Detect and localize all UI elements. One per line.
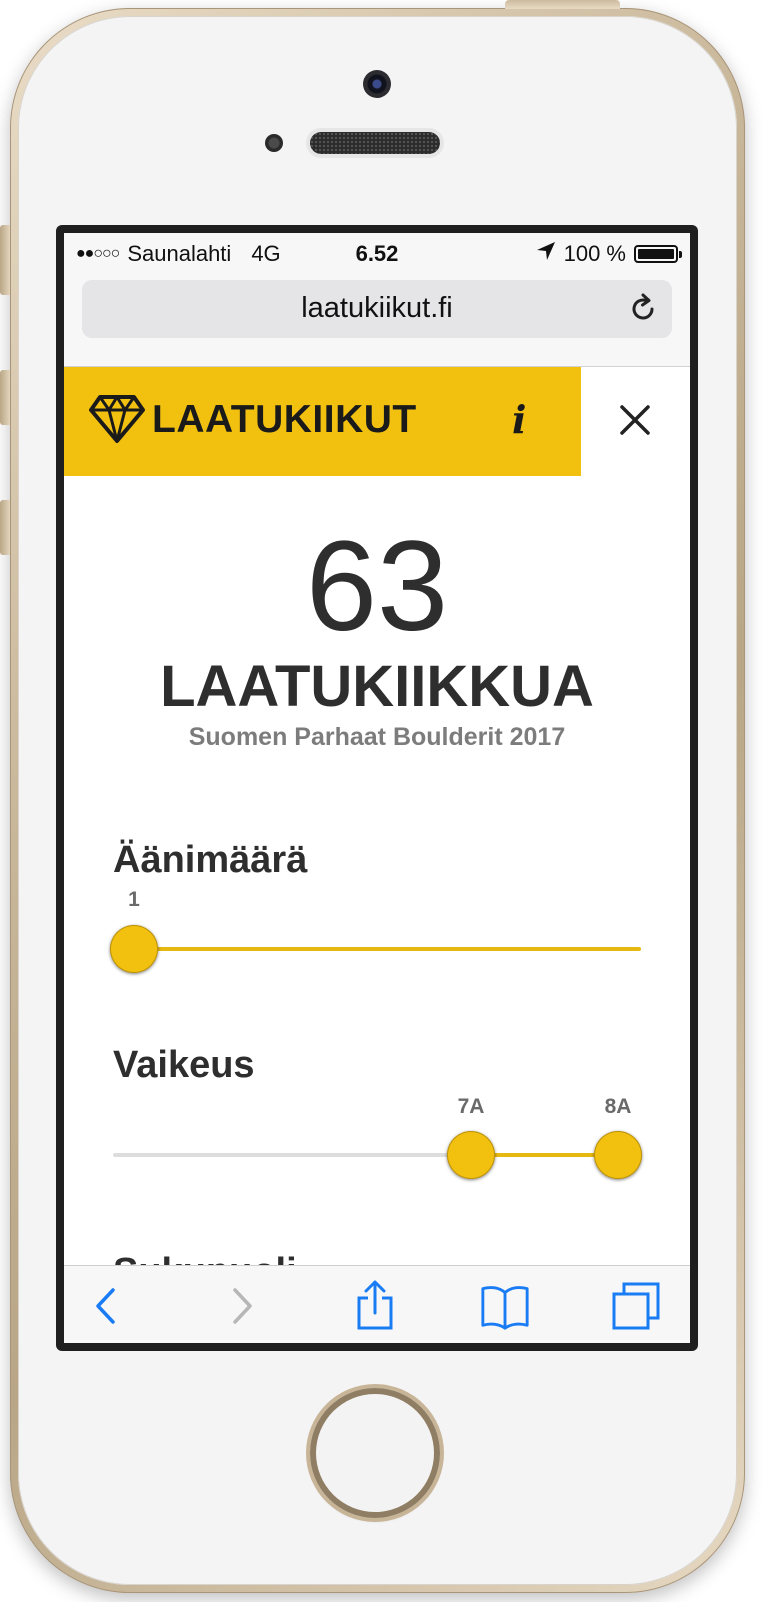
difficulty-max-label: 8A xyxy=(604,1095,632,1118)
browser-toolbar xyxy=(64,1265,690,1343)
url-text: laatukiikut.fi xyxy=(301,292,453,324)
page-subtitle: Suomen Parhaat Boulderit 2017 xyxy=(188,723,566,751)
votes-filter-label: Äänimäärä xyxy=(113,839,308,881)
battery-level xyxy=(638,249,674,259)
forward-button[interactable] xyxy=(216,1280,268,1332)
bookmarks-button[interactable] xyxy=(479,1280,531,1332)
close-icon[interactable] xyxy=(614,399,656,441)
votes-slider-track[interactable] xyxy=(113,947,641,951)
difficulty-min-label: 7A xyxy=(457,1095,485,1118)
difficulty-filter-label: Vaikeus xyxy=(113,1044,255,1086)
battery-percent: 100 % xyxy=(563,241,626,266)
address-bar: laatukiikut.fi xyxy=(64,273,690,367)
brand-header: LAATUKIIKUT i xyxy=(64,367,581,476)
power-button xyxy=(505,0,620,9)
book-icon xyxy=(481,1286,529,1330)
url-field[interactable]: laatukiikut.fi xyxy=(82,280,672,338)
proximity-sensor xyxy=(265,134,283,152)
votes-slider-handle[interactable] xyxy=(110,925,158,973)
share-button[interactable] xyxy=(349,1280,401,1332)
volume-up-button xyxy=(0,370,10,425)
front-camera xyxy=(363,70,391,98)
boulder-count: 63 xyxy=(305,515,449,658)
location-arrow-icon xyxy=(536,241,556,267)
difficulty-min-handle[interactable] xyxy=(447,1131,495,1179)
brand-name[interactable]: LAATUKIIKUT xyxy=(152,398,417,442)
chevron-right-icon xyxy=(233,1288,252,1324)
mute-switch xyxy=(0,225,10,295)
chevron-left-icon xyxy=(96,1288,115,1324)
back-button[interactable] xyxy=(80,1280,132,1332)
diamond-icon xyxy=(89,395,145,443)
tabs-icon xyxy=(612,1282,660,1330)
home-button[interactable] xyxy=(310,1388,440,1518)
count-label: LAATUKIIKKUA xyxy=(160,654,594,719)
browser-viewport: ●●○○○ Saunalahti 4G 6.52 100 % laatukiik… xyxy=(64,233,690,1343)
volume-down-button xyxy=(0,500,10,555)
share-icon xyxy=(357,1280,393,1330)
info-icon[interactable]: i xyxy=(512,397,526,442)
earpiece-speaker xyxy=(310,132,440,154)
difficulty-max-handle[interactable] xyxy=(594,1131,642,1179)
reload-icon[interactable] xyxy=(626,292,660,326)
tabs-button[interactable] xyxy=(610,1280,662,1332)
votes-value-label: 1 xyxy=(128,888,140,911)
status-bar: ●●○○○ Saunalahti 4G 6.52 100 % xyxy=(64,233,690,273)
battery-icon xyxy=(634,245,682,263)
phone-screen: ●●○○○ Saunalahti 4G 6.52 100 % laatukiik… xyxy=(56,225,698,1351)
